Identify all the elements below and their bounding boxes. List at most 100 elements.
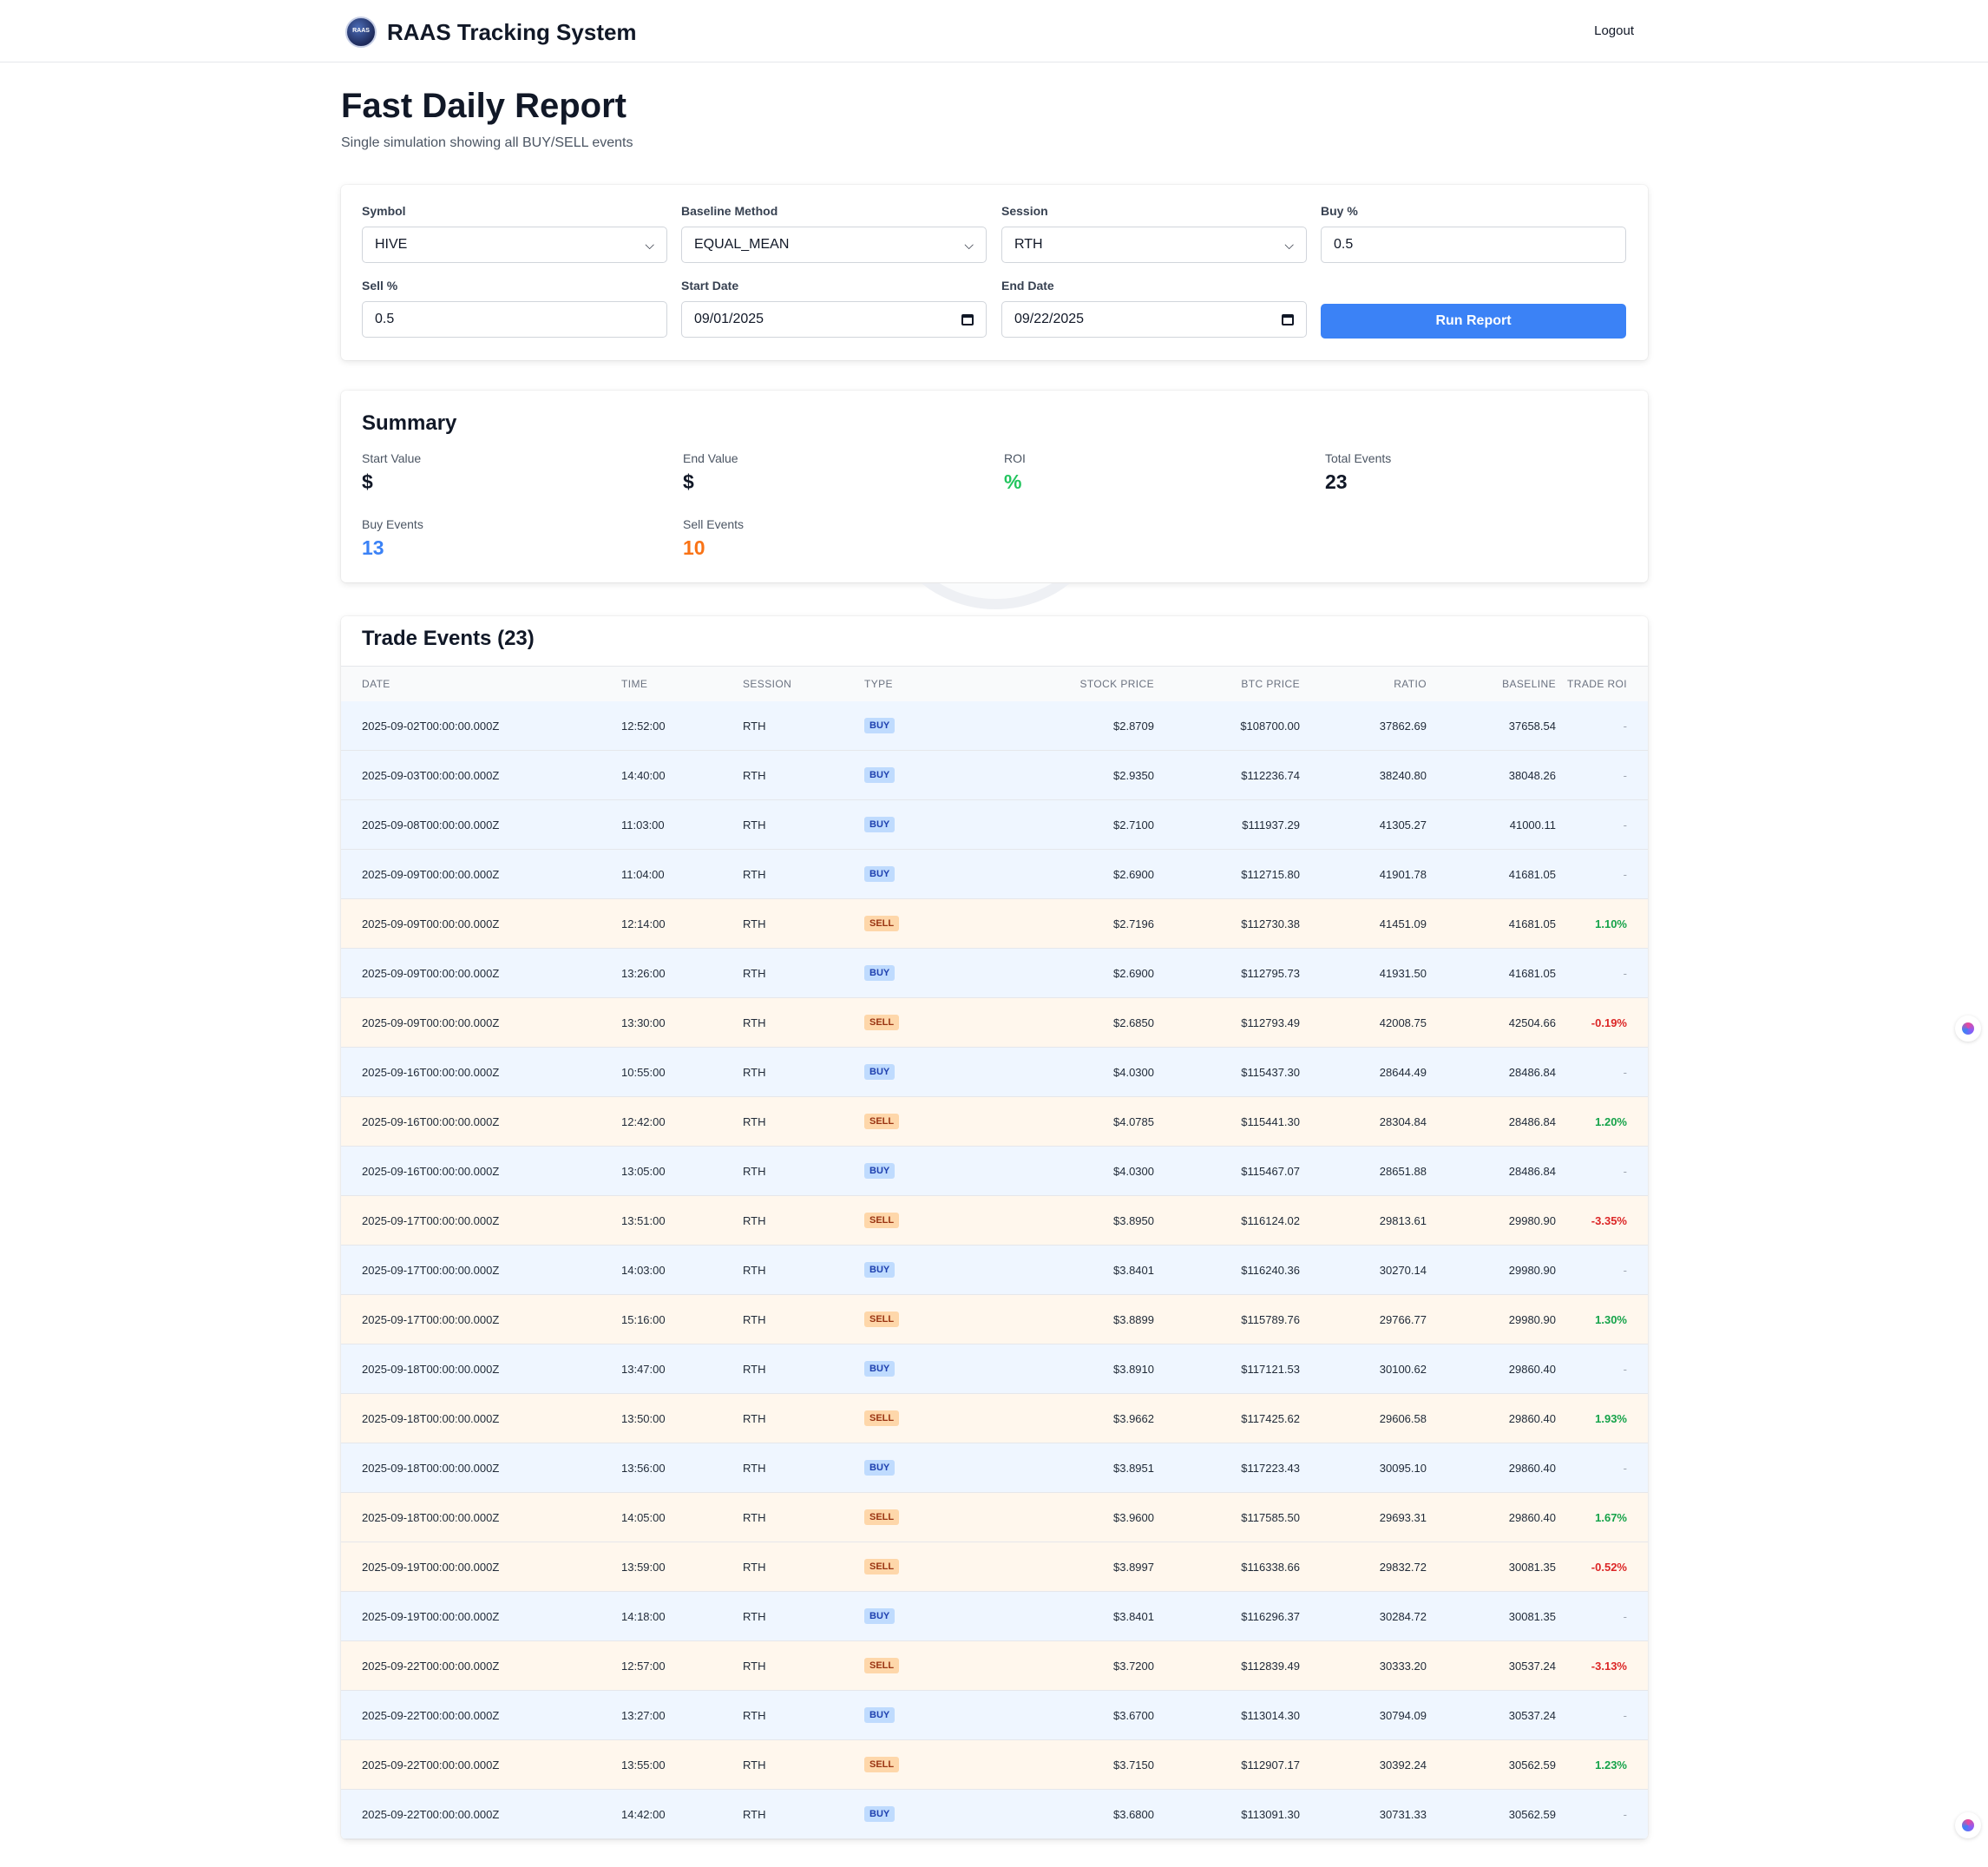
type-badge: BUY — [864, 1064, 896, 1080]
buy-events-value: 13 — [362, 536, 384, 559]
stock-price-value: $4.0300 — [1113, 1065, 1154, 1079]
ratio-value: 30095.10 — [1379, 1461, 1427, 1475]
stock-price-value: $3.8910 — [1113, 1362, 1154, 1376]
btc-price-value: $112793.49 — [1241, 1016, 1300, 1029]
cell-session: RTH — [743, 1394, 765, 1443]
cell-trade-roi: -0.52% — [1556, 1542, 1627, 1591]
baseline-value: 29980.90 — [1508, 1312, 1556, 1326]
cell-btc-price: $117585.50 — [1154, 1493, 1300, 1542]
cell-stock-price: $2.6900 — [974, 949, 1154, 997]
cell-trade-roi: - — [1556, 850, 1627, 898]
trade-roi-value: - — [1623, 1609, 1627, 1623]
date-value: 2025-09-09T00:00:00.000Z — [362, 1016, 500, 1029]
baseline-method-select[interactable]: EQUAL_MEAN ⌵ — [681, 227, 987, 263]
calendar-icon[interactable] — [961, 313, 974, 325]
table-row: 2025-09-18T00:00:00.000Z 13:50:00 RTH SELL $… — [341, 1394, 1648, 1443]
session-value: RTH — [743, 1510, 766, 1524]
total-events-label: Total Events — [1325, 451, 1392, 465]
cell-session: RTH — [743, 998, 765, 1047]
cell-btc-price: $112715.80 — [1154, 850, 1300, 898]
cell-ratio: 41305.27 — [1300, 800, 1427, 849]
time-value: 13:51:00 — [621, 1213, 666, 1227]
ratio-value: 29766.77 — [1379, 1312, 1427, 1326]
cell-btc-price: $112236.74 — [1154, 751, 1300, 799]
trade-roi-value: -3.13% — [1591, 1659, 1627, 1673]
chevron-down-icon: ⌵ — [645, 237, 654, 252]
time-value: 11:04:00 — [621, 867, 665, 881]
time-value: 13:26:00 — [621, 966, 666, 980]
session-value: RTH — [743, 1263, 766, 1277]
cell-time: 13:56:00 — [621, 1443, 666, 1492]
session-select[interactable]: RTH ⌵ — [1001, 227, 1307, 263]
date-value: 2025-09-18T00:00:00.000Z — [362, 1362, 500, 1376]
ai-assistant-icon[interactable] — [1955, 1812, 1981, 1838]
cell-baseline: 29980.90 — [1427, 1246, 1556, 1294]
ratio-value: 30794.09 — [1379, 1708, 1427, 1722]
cell-ratio: 30794.09 — [1300, 1691, 1427, 1739]
stock-price-value: $2.6900 — [1113, 966, 1154, 980]
raas-logo: RAAS — [345, 16, 377, 48]
calendar-icon[interactable] — [1282, 313, 1294, 325]
table-row: 2025-09-17T00:00:00.000Z 14:03:00 RTH BUY $3… — [341, 1246, 1648, 1295]
cell-date: 2025-09-17T00:00:00.000Z — [362, 1295, 499, 1344]
start-date-input[interactable]: 09/01/2025 — [681, 301, 987, 338]
ratio-value: 29832.72 — [1379, 1560, 1427, 1574]
cell-ratio: 28651.88 — [1300, 1147, 1427, 1195]
table-row: 2025-09-22T00:00:00.000Z 13:27:00 RTH BUY $3… — [341, 1691, 1648, 1740]
cell-date: 2025-09-22T00:00:00.000Z — [362, 1790, 499, 1838]
cell-type: BUY — [864, 1344, 896, 1393]
ratio-value: 37862.69 — [1379, 719, 1427, 733]
type-badge: BUY — [864, 866, 896, 882]
type-badge: SELL — [864, 1213, 900, 1228]
run-report-button[interactable]: Run Report — [1321, 304, 1626, 339]
btc-price-value: $117585.50 — [1241, 1510, 1300, 1524]
sell-events-label: Sell Events — [683, 517, 745, 531]
ratio-value: 41451.09 — [1379, 917, 1427, 930]
cell-trade-roi: 1.20% — [1556, 1097, 1627, 1146]
cell-type: BUY — [864, 1592, 896, 1640]
type-badge: SELL — [864, 1015, 900, 1030]
time-value: 14:05:00 — [621, 1510, 666, 1524]
cell-stock-price: $3.8401 — [974, 1246, 1154, 1294]
time-value: 10:55:00 — [621, 1065, 666, 1079]
table-row: 2025-09-22T00:00:00.000Z 13:55:00 RTH SELL $… — [341, 1740, 1648, 1790]
cell-type: BUY — [864, 1048, 896, 1096]
summary-card: Summary Start Value $ End Value $ ROI % … — [341, 391, 1648, 582]
logout-link[interactable]: Logout — [1594, 23, 1634, 38]
btc-price-value: $108700.00 — [1240, 719, 1300, 733]
session-value: RTH — [743, 1659, 766, 1673]
cell-baseline: 30081.35 — [1427, 1542, 1556, 1591]
cell-baseline: 29860.40 — [1427, 1493, 1556, 1542]
cell-date: 2025-09-09T00:00:00.000Z — [362, 998, 499, 1047]
type-badge: BUY — [864, 817, 896, 832]
date-value: 2025-09-16T00:00:00.000Z — [362, 1065, 500, 1079]
time-value: 14:42:00 — [621, 1807, 666, 1821]
cell-ratio: 28644.49 — [1300, 1048, 1427, 1096]
session-value: RTH — [743, 1213, 766, 1227]
table-row: 2025-09-19T00:00:00.000Z 14:18:00 RTH BUY $3… — [341, 1592, 1648, 1641]
cell-ratio: 30270.14 — [1300, 1246, 1427, 1294]
cell-session: RTH — [743, 1790, 765, 1838]
cell-stock-price: $2.6900 — [974, 850, 1154, 898]
sell-events-value: 10 — [683, 536, 705, 559]
cell-ratio: 29832.72 — [1300, 1542, 1427, 1591]
ratio-value: 29606.58 — [1379, 1411, 1427, 1425]
cell-btc-price: $112907.17 — [1154, 1740, 1300, 1789]
stock-price-value: $2.6850 — [1113, 1016, 1154, 1029]
buy-events-stat: Buy Events 13 — [362, 517, 423, 560]
btc-price-value: $117223.43 — [1241, 1461, 1300, 1475]
total-events-stat: Total Events 23 — [1325, 451, 1391, 494]
date-value: 2025-09-17T00:00:00.000Z — [362, 1263, 500, 1277]
cell-time: 14:42:00 — [621, 1790, 666, 1838]
start-value-stat: Start Value $ — [362, 451, 421, 494]
cell-type: SELL — [864, 1196, 900, 1245]
end-date-input[interactable]: 09/22/2025 — [1001, 301, 1307, 338]
cell-stock-price: $3.7150 — [974, 1740, 1154, 1789]
sell-pct-input[interactable]: 0.5 — [362, 301, 667, 338]
ai-assistant-icon[interactable] — [1955, 1016, 1981, 1042]
symbol-select[interactable]: HIVE ⌵ — [362, 227, 667, 263]
stock-price-value: $3.8951 — [1113, 1461, 1154, 1475]
cell-type: BUY — [864, 1443, 896, 1492]
cell-type: BUY — [864, 1147, 896, 1195]
buy-pct-input[interactable]: 0.5 — [1321, 227, 1626, 263]
